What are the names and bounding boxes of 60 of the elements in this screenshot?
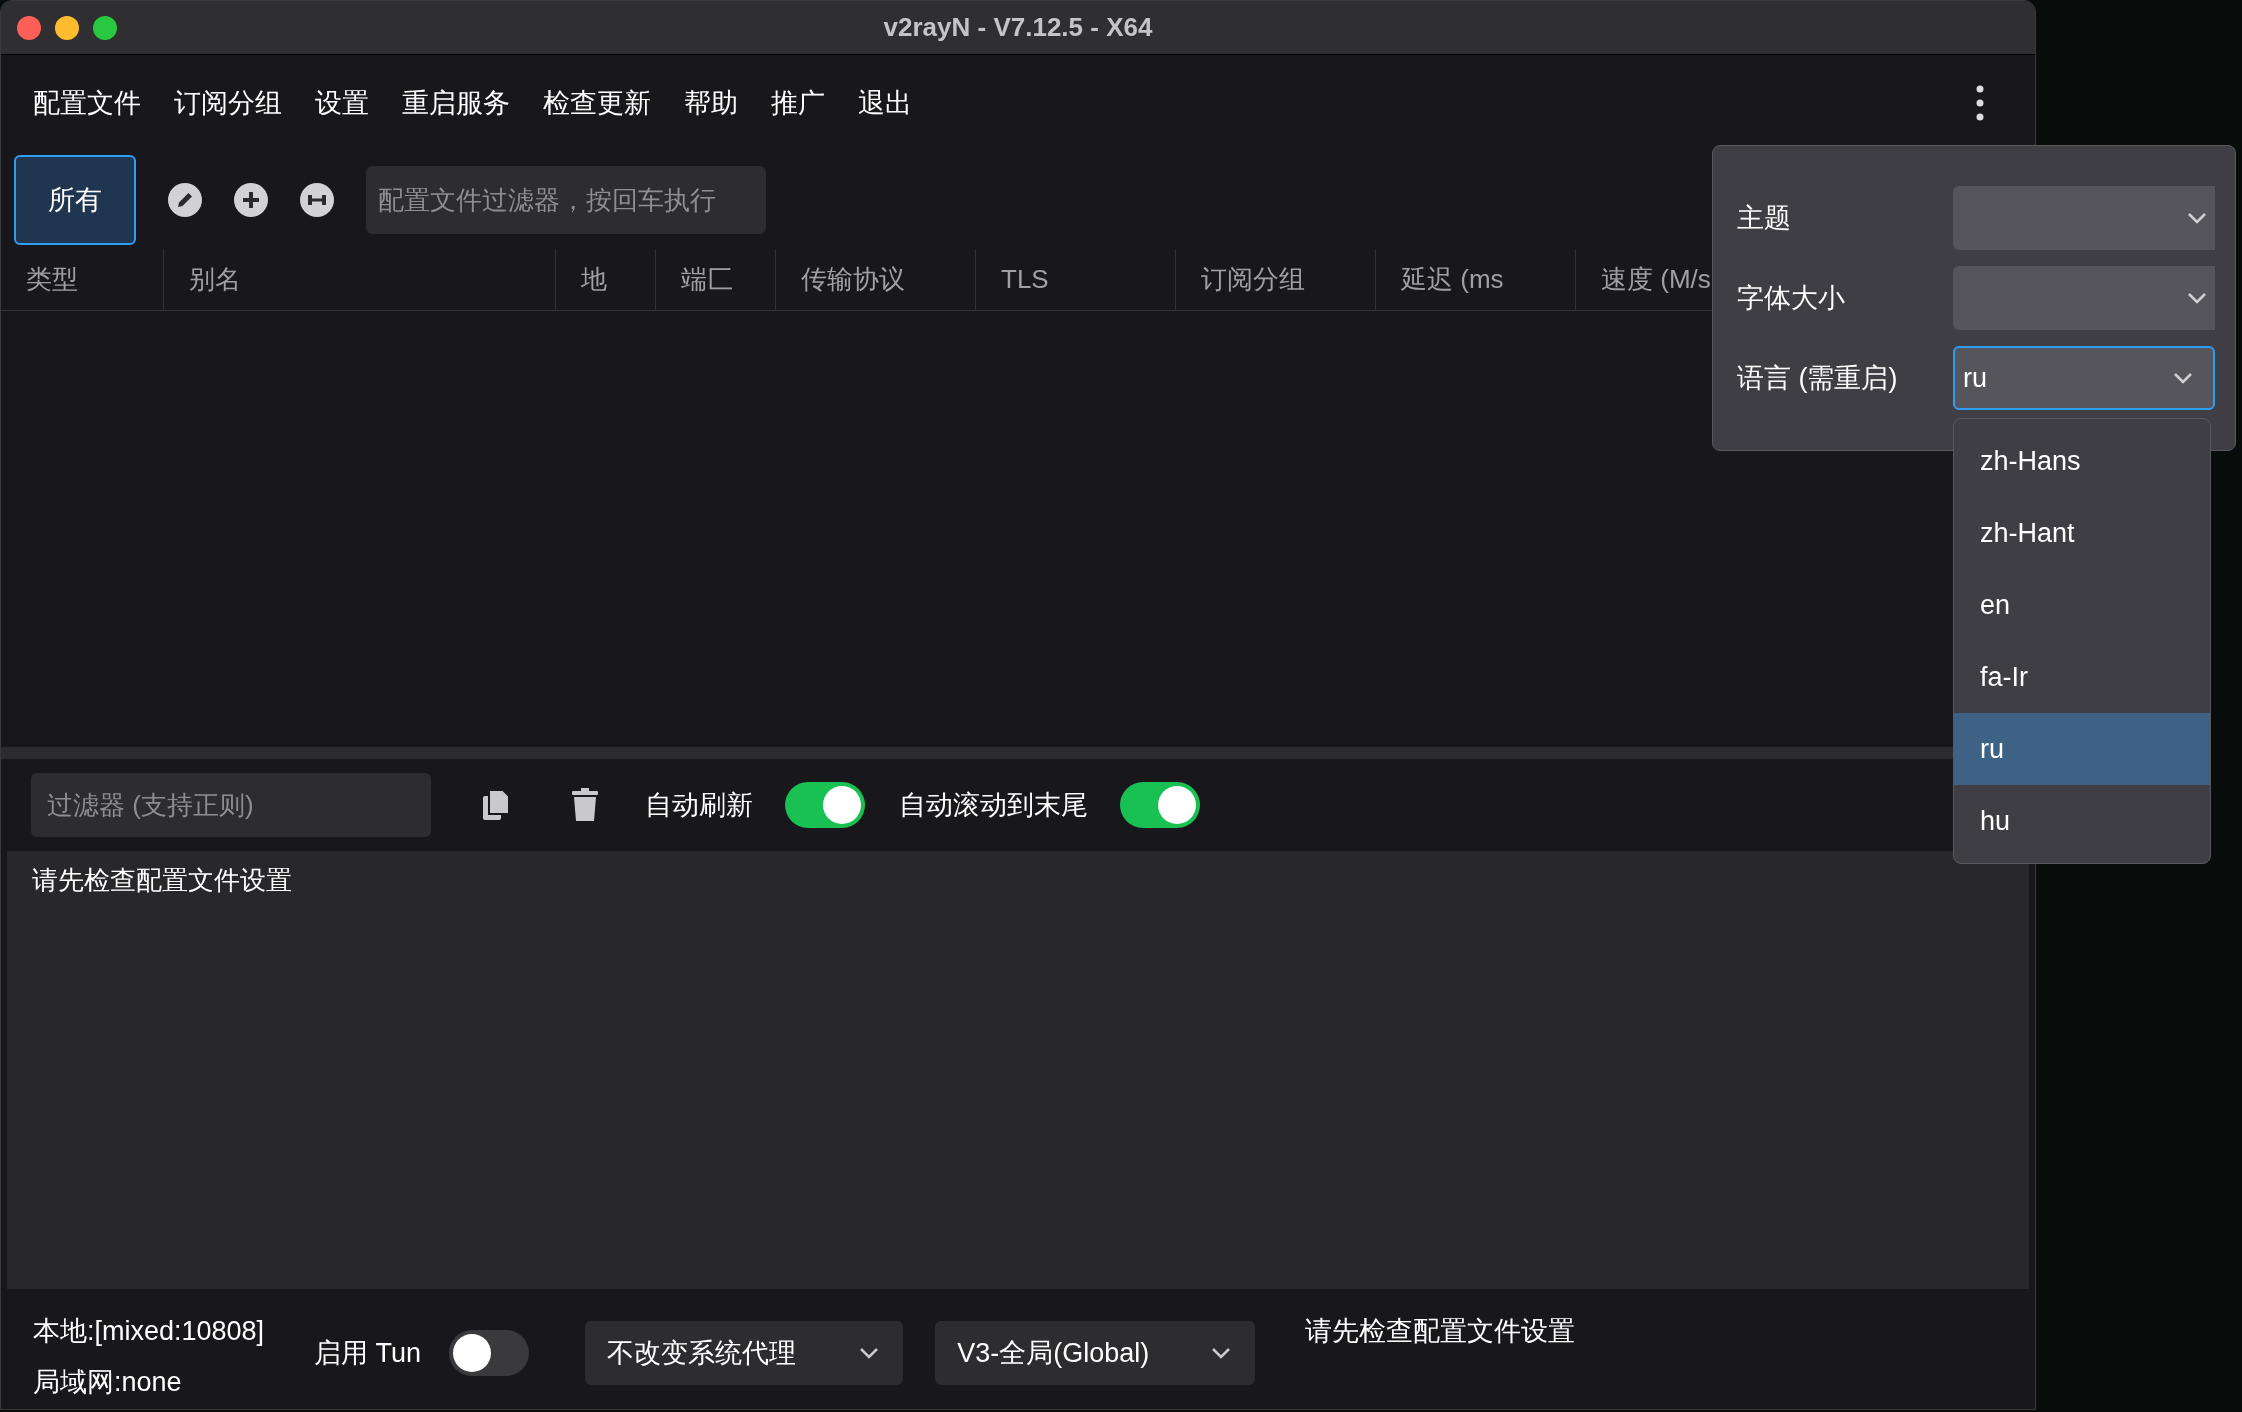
menu-item[interactable]: 退出 [858,82,912,124]
toggle-switch[interactable] [1120,782,1200,828]
chevron-icon [2187,212,2207,224]
menu-item[interactable]: 配置文件 [33,82,141,124]
group-tab[interactable]: 所有 [14,155,136,245]
chevron-icon [2187,292,2207,304]
log-text: 请先检查配置文件设置 [32,864,293,897]
zoom-button[interactable] [93,16,117,40]
setting-label: 语言 (需重启) [1737,361,1899,395]
column-header[interactable]: 延迟 (ms [1401,260,1504,299]
column-header[interactable]: 端匚 [681,260,733,299]
dropdown-option[interactable]: ru [1954,713,2210,785]
trash-icon[interactable] [571,788,599,822]
dropdown-value: V3-全局(Global) [957,1336,1150,1370]
chevron-icon [2173,372,2193,384]
dropdown[interactable]: ru [1953,346,2215,410]
more-icon[interactable] [1975,85,1985,121]
setting-label: 字体大小 [1737,281,1846,315]
column-header[interactable]: 速度 (M/s [1601,260,1711,299]
column-header[interactable]: 传输协议 [801,260,905,299]
toggle-label: 自动刷新 [645,788,753,822]
menu-item[interactable]: 订阅分组 [174,82,282,124]
local-port-text: 本地:[mixed:10808] [33,1315,265,1348]
minimize-button[interactable] [55,16,79,40]
column-header[interactable]: TLS [1001,260,1049,299]
edit-icon[interactable] [168,183,202,217]
chevron-icon [1211,1347,1232,1359]
dropdown[interactable]: V3-全局(Global) [935,1321,1256,1385]
dropdown-option[interactable]: zh-Hant [1954,497,2210,569]
column-header[interactable]: 别名 [189,260,241,299]
dropdown[interactable]: 不改变系统代理 [585,1321,904,1385]
window-title: v2rayN - V7.12.5 - X64 [883,11,1153,44]
profile-filter-field[interactable]: 配置文件过滤器，按回车执行 [366,166,766,234]
dumbbell-icon[interactable] [300,183,334,217]
menu-item[interactable]: 检查更新 [543,82,651,124]
status-message: 请先检查配置文件设置 [1305,1315,1576,1348]
toggle-label: 自动滚动到末尾 [899,788,1088,822]
menu-item[interactable]: 推广 [771,82,825,124]
tun-label: 启用 Tun [314,1336,422,1370]
copy-icon[interactable] [481,788,511,822]
dropdown-option[interactable]: fa-Ir [1954,641,2210,713]
column-header[interactable]: 订阅分组 [1201,260,1305,299]
dropdown-value: ru [1963,361,1987,395]
column-header[interactable]: 地 [581,260,607,299]
add-icon[interactable] [234,183,268,217]
lan-text: 局域网:none [33,1365,183,1399]
menu-item[interactable]: 重启服务 [402,82,510,124]
menu-item[interactable]: 设置 [315,82,369,124]
dropdown-option[interactable]: zh-Hans [1954,425,2210,497]
menu-item[interactable]: 帮助 [684,82,738,124]
chevron-icon [859,1347,880,1359]
setting-label: 主题 [1737,201,1792,235]
toggle-switch[interactable] [785,782,865,828]
toggle-switch[interactable] [449,1330,530,1376]
dropdown-option[interactable]: en [1954,569,2210,641]
log-filter-field[interactable]: 过滤器 (支持正则) [31,773,431,837]
dropdown-option[interactable]: hu [1954,785,2210,857]
column-header[interactable]: 类型 [26,260,78,299]
dropdown-value: 不改变系统代理 [607,1336,797,1370]
close-button[interactable] [17,16,41,40]
